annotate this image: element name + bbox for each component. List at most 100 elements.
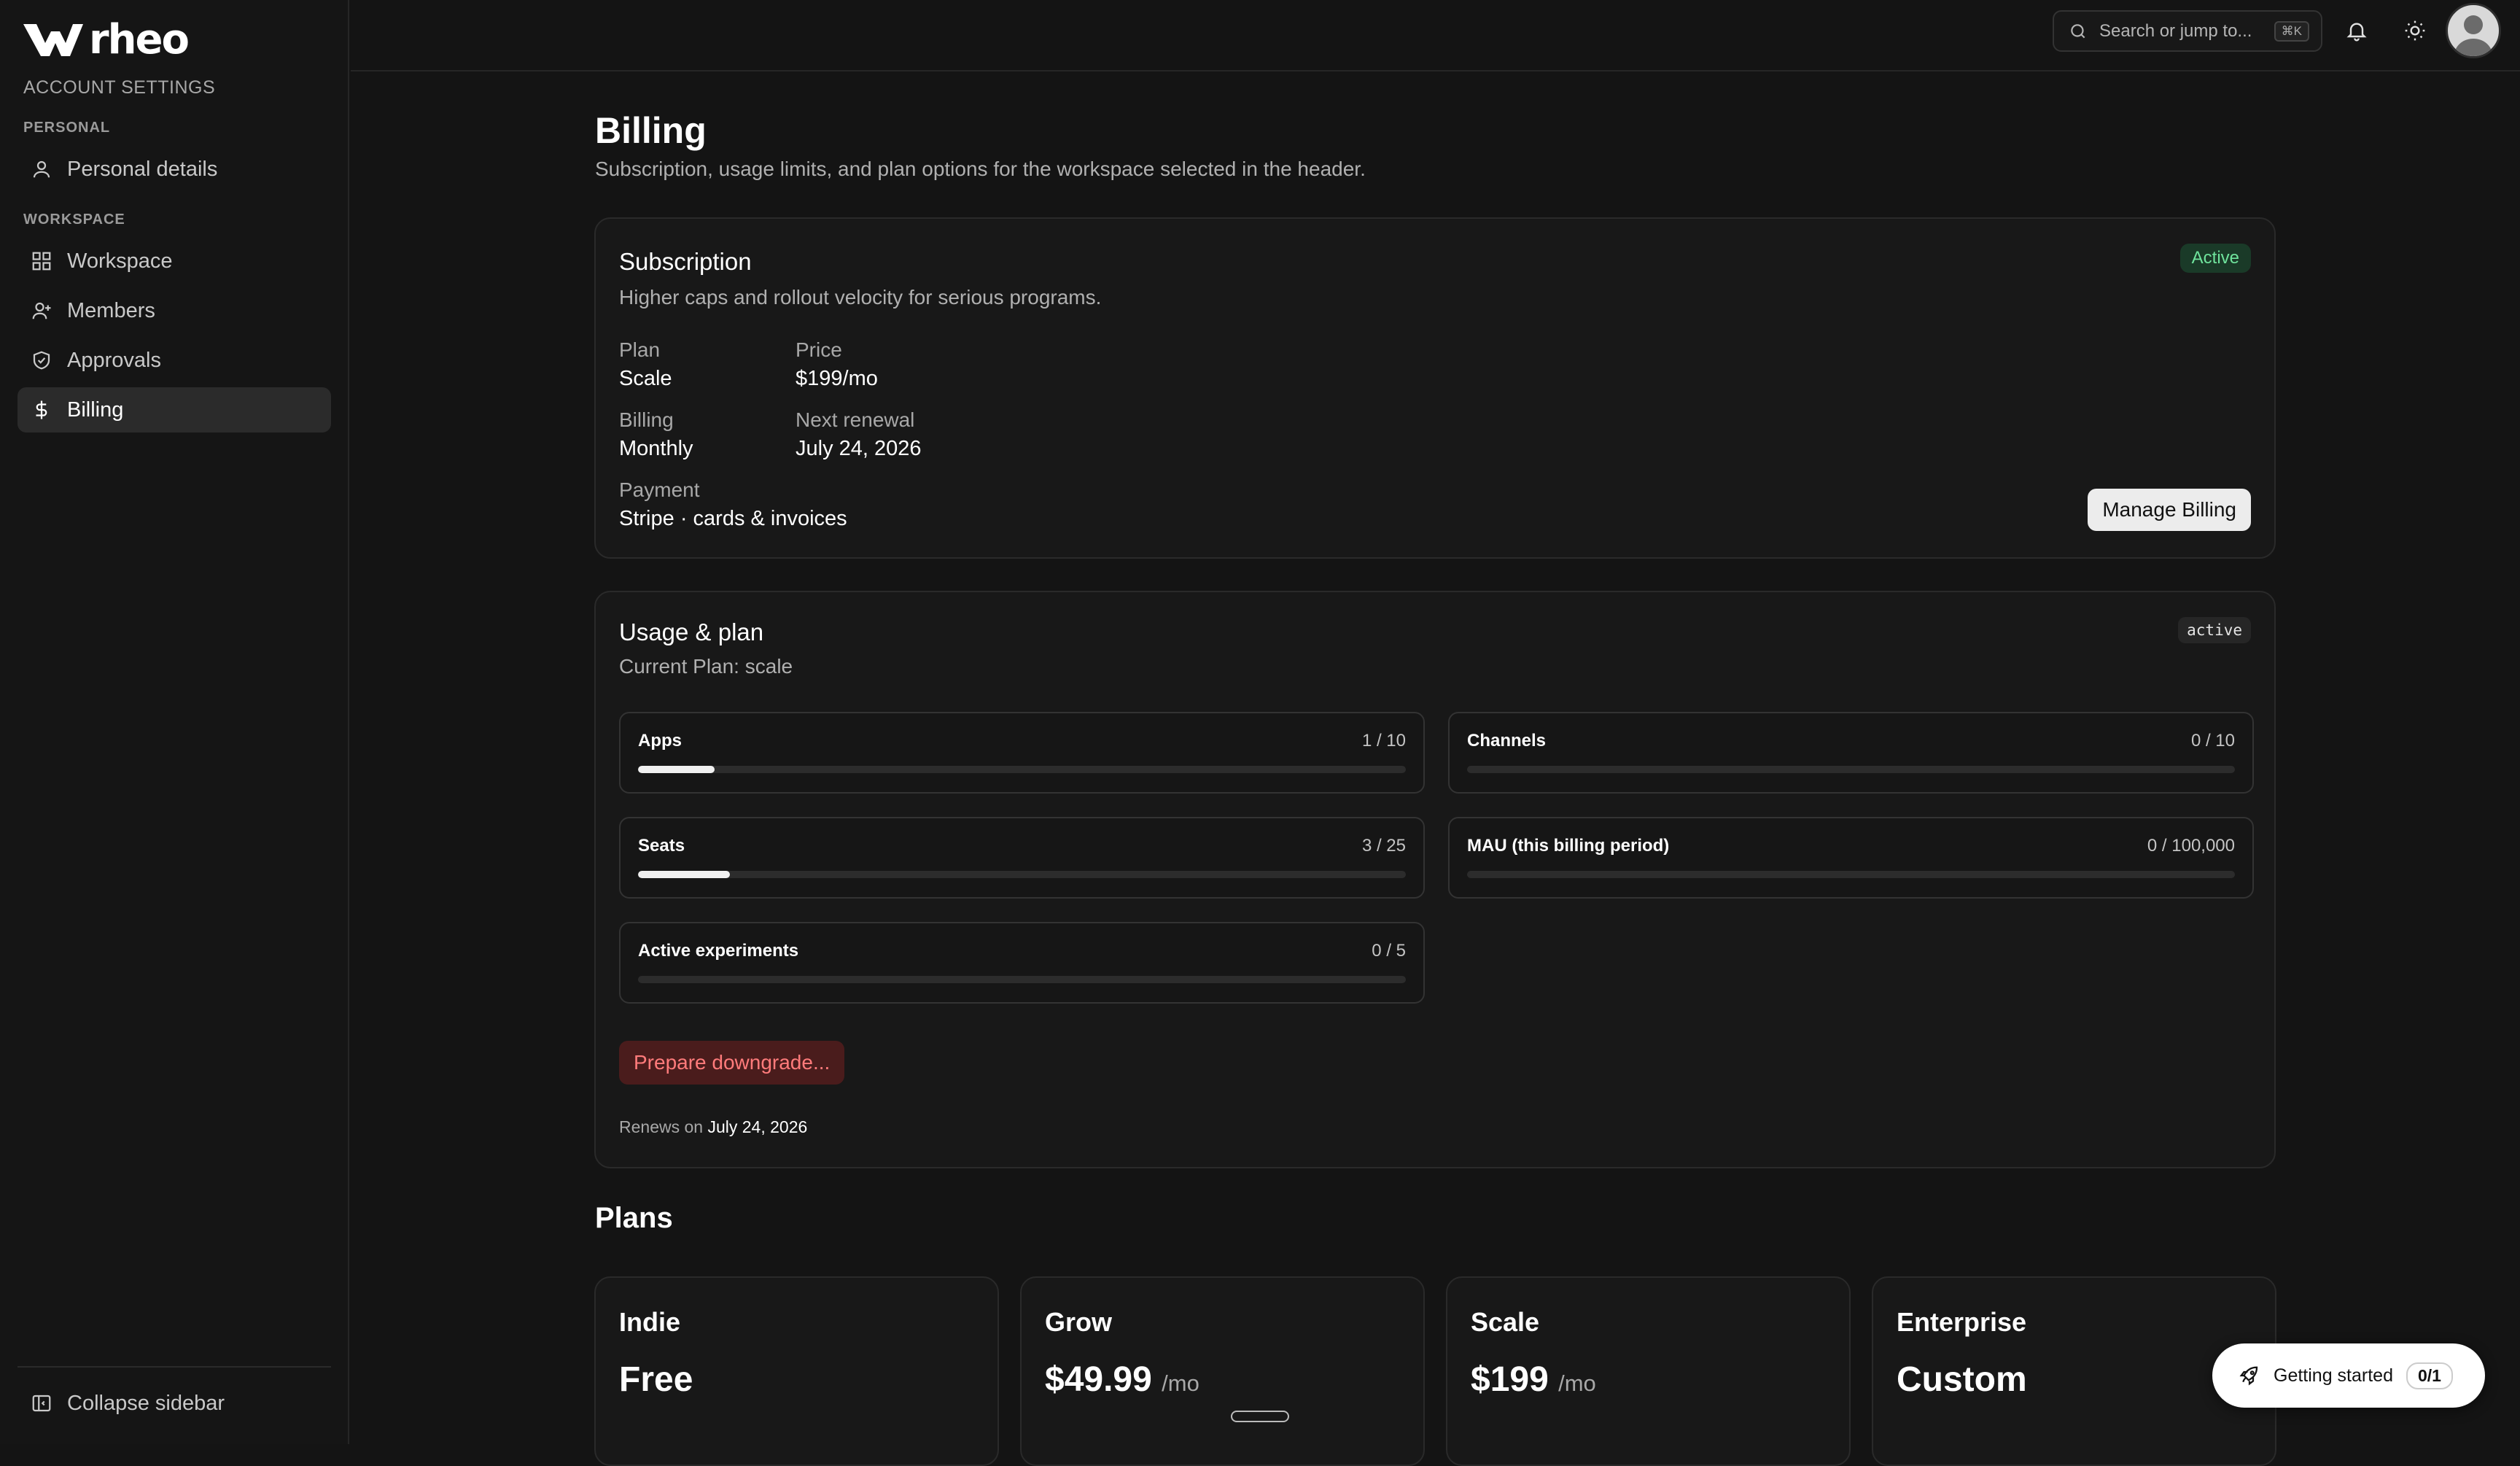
meter-count: 0 / 5	[1372, 941, 1406, 961]
meter-count: 1 / 10	[1361, 731, 1406, 751]
meter-count: 3 / 25	[1361, 836, 1406, 856]
avatar[interactable]	[2446, 3, 2501, 58]
usage-status-badge: active	[2178, 617, 2251, 643]
bell-icon	[2346, 23, 2367, 42]
brand-name: rheo	[89, 16, 190, 63]
sidebar-item-approvals[interactable]: Approvals	[18, 338, 331, 383]
plan-name: Indie	[619, 1307, 681, 1337]
sidebar-heading: ACCOUNT SETTINGS	[23, 77, 216, 98]
plan-value: Scale	[619, 367, 672, 390]
meter-track	[638, 976, 1406, 983]
collapse-sidebar-label: Collapse sidebar	[67, 1391, 225, 1415]
search-icon	[2071, 23, 2085, 38]
sun-icon	[2405, 20, 2425, 41]
renews-date: July 24, 2026	[707, 1117, 808, 1136]
meter-label: Seats	[638, 836, 685, 856]
shield-check-icon	[33, 351, 50, 370]
meter-track	[638, 766, 1406, 773]
usage-meter-apps: Apps 1 / 10	[619, 712, 1425, 794]
meter-track	[638, 871, 1406, 878]
status-badge: Active	[2179, 244, 2251, 273]
plan-name: Grow	[1045, 1307, 1113, 1337]
getting-started-button[interactable]: Getting started 0/1	[2212, 1343, 2485, 1408]
user-add-icon	[32, 302, 51, 319]
plan-period: /mo	[1558, 1370, 1596, 1396]
plan-price: Custom	[1897, 1360, 2027, 1400]
sidebar-section-personal: PERSONAL	[23, 120, 111, 136]
meter-label: MAU (this billing period)	[1467, 836, 1670, 856]
sidebar-item-workspace[interactable]: Workspace	[18, 238, 331, 284]
renews-prefix: Renews on	[619, 1117, 704, 1136]
sidebar-collapse-icon	[32, 1395, 51, 1412]
subscription-title: Subscription	[619, 248, 752, 275]
sidebar-section-workspace: WORKSPACE	[23, 212, 125, 228]
plan-price-value: $49.99	[1045, 1360, 1152, 1399]
plan-card-indie[interactable]: Indie Free	[594, 1276, 999, 1466]
dollar-icon	[36, 400, 47, 419]
meter-label: Apps	[638, 731, 682, 751]
theme-toggle-button[interactable]	[2400, 16, 2430, 45]
sidebar: rheo ACCOUNT SETTINGS PERSONAL Personal …	[0, 0, 349, 1444]
sidebar-item-label: Billing	[67, 397, 124, 422]
manage-billing-button[interactable]: Manage Billing	[2088, 489, 2251, 531]
usage-meter-seats: Seats 3 / 25	[619, 817, 1425, 899]
getting-started-label: Getting started	[2274, 1365, 2393, 1386]
plan-card-grow[interactable]: Grow $49.99 /mo	[1020, 1276, 1425, 1466]
scroll-indicator[interactable]	[1231, 1411, 1289, 1422]
notifications-button[interactable]	[2342, 16, 2371, 45]
sidebar-item-label: Members	[67, 298, 155, 322]
meter-count: 0 / 100,000	[2147, 836, 2235, 856]
sidebar-divider	[18, 1366, 331, 1368]
current-plan-text: Current Plan: scale	[619, 655, 793, 678]
sidebar-item-billing[interactable]: Billing	[18, 387, 331, 433]
plan-label: Plan	[619, 338, 661, 361]
subscription-card: Subscription Active Higher caps and roll…	[594, 217, 2276, 559]
rocket-icon	[2239, 1366, 2258, 1386]
page-subtitle: Subscription, usage limits, and plan opt…	[595, 158, 1366, 180]
sidebar-item-label: Personal details	[67, 157, 218, 181]
meter-fill	[638, 766, 715, 773]
meter-label: Channels	[1467, 731, 1547, 751]
rheo-logo-icon	[23, 23, 83, 56]
plan-card-scale[interactable]: Scale $199 /mo	[1446, 1276, 1851, 1466]
search-placeholder: Search or jump to...	[2099, 20, 2252, 41]
brand-logo[interactable]: rheo	[22, 16, 190, 63]
renewal-value: July 24, 2026	[796, 437, 922, 460]
sidebar-item-members[interactable]: Members	[18, 288, 331, 333]
billing-value: Monthly	[619, 437, 693, 460]
plan-price-value: Custom	[1897, 1360, 2027, 1399]
renewal-label: Next renewal	[796, 408, 915, 431]
usage-card: Usage & plan active Current Plan: scale …	[594, 591, 2276, 1168]
price-value: $199/mo	[796, 367, 878, 390]
payment-label: Payment	[619, 478, 700, 501]
meter-fill	[638, 871, 731, 878]
sidebar-item-label: Approvals	[67, 348, 161, 372]
meter-track	[1467, 766, 2235, 773]
meter-count: 0 / 10	[2190, 731, 2235, 751]
prepare-downgrade-button[interactable]: Prepare downgrade...	[619, 1041, 845, 1085]
payment-value: Stripe · cards & invoices	[619, 507, 847, 530]
plan-price: Free	[619, 1360, 693, 1400]
plan-name: Enterprise	[1897, 1307, 2027, 1337]
usage-meter-active-experiments: Active experiments 0 / 5	[619, 922, 1425, 1004]
user-avatar-icon	[2454, 15, 2493, 56]
page-title: Billing	[595, 110, 707, 151]
price-label: Price	[796, 338, 842, 361]
renews-text: Renews on July 24, 2026	[619, 1117, 807, 1137]
sidebar-item-label: Workspace	[67, 249, 173, 273]
usage-title: Usage & plan	[619, 618, 764, 645]
plan-name: Scale	[1471, 1307, 1540, 1337]
meter-track	[1467, 871, 2235, 878]
plans-title: Plans	[595, 1202, 673, 1234]
grid-icon	[32, 252, 51, 271]
collapse-sidebar-button[interactable]: Collapse sidebar	[18, 1381, 331, 1426]
user-icon	[33, 160, 50, 178]
sidebar-item-personal-details[interactable]: Personal details	[18, 147, 331, 192]
plan-price: $199 /mo	[1471, 1360, 1596, 1400]
usage-meter-mau: MAU (this billing period) 0 / 100,000	[1448, 817, 2254, 899]
plan-price-value: $199	[1471, 1360, 1549, 1399]
plan-period: /mo	[1162, 1370, 1199, 1396]
search-input[interactable]: Search or jump to... ⌘K	[2053, 10, 2322, 52]
meter-label: Active experiments	[638, 941, 799, 961]
usage-meter-channels: Channels 0 / 10	[1448, 712, 2254, 794]
